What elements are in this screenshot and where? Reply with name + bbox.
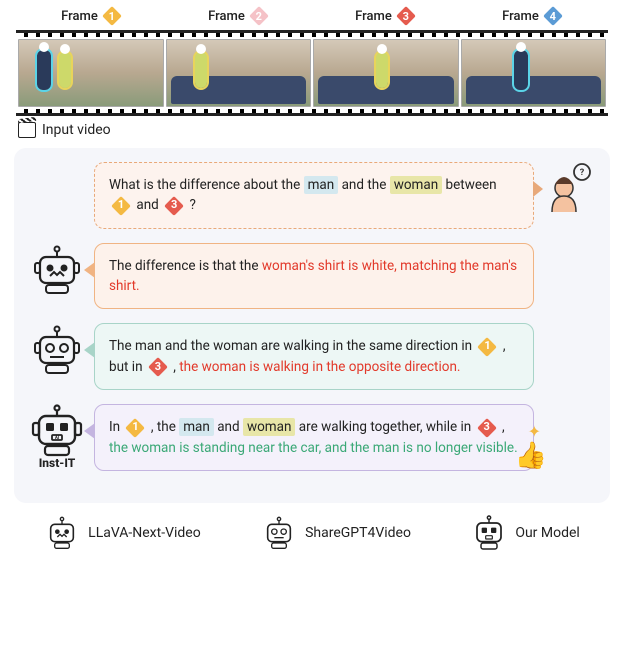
diamond-icon: 3 [164,196,184,216]
thumbs-up-icon: 👍 [515,437,547,476]
ours-answer-bubble: In 1 , the man and woman are walking tog… [94,404,534,471]
diamond-icon: 1 [125,418,145,438]
diamond-icon: 1 [102,6,122,26]
highlight-man: man [304,176,339,194]
llava-answer-bubble: The difference is that the woman's shirt… [94,243,534,310]
legend-sharegpt: ShareGPT4Video [261,515,411,551]
llava-robot-icon [30,243,84,297]
legend-llava: LLaVA-Next-Video [44,515,201,551]
video-frame-2 [166,39,312,107]
diamond-icon: 1 [477,337,497,357]
frame-labels-row: Frame1 Frame2 Frame3 Frame4 [10,6,614,30]
llava-answer-row: The difference is that the woman's shirt… [30,243,594,310]
sharegpt-robot-icon [30,323,84,377]
highlight-woman: woman [243,418,295,436]
input-video-label: Input video [10,116,614,148]
sharegpt-answer-row: The man and the woman are walking in the… [30,323,594,390]
highlight-man: man [179,418,214,436]
sharegpt-robot-icon [261,515,297,551]
clapperboard-icon [18,122,36,138]
filmstrip [16,30,608,116]
frame-3-label: Frame3 [355,6,416,26]
instit-avatar-block: AI Inst-IT [30,404,84,470]
llava-robot-icon [44,515,80,551]
instit-robot-icon: AI [30,404,84,458]
user-avatar-icon: ? [544,162,594,218]
correct-text: the woman is standing near the car, and … [109,440,518,456]
diamond-icon: 3 [148,357,168,377]
video-frame-3 [313,39,459,107]
user-question-row: ? What is the difference about the man a… [30,162,594,229]
incorrect-text: the woman is walking in the opposite dir… [179,359,460,375]
frame-1-label: Frame1 [61,6,122,26]
video-frame-1 [18,39,164,107]
highlight-woman: woman [390,176,442,194]
svg-text:?: ? [580,168,585,178]
instit-label: Inst-IT [30,456,84,470]
diamond-icon: 3 [396,6,416,26]
diamond-icon: 3 [477,418,497,438]
legend-ours: Our Model [471,515,580,551]
diamond-icon: 2 [249,6,269,26]
diamond-icon: 1 [111,196,131,216]
svg-text:AI: AI [55,435,59,441]
video-frame-4 [461,39,607,107]
instit-robot-icon [471,515,507,551]
conversation-panel: ? What is the difference about the man a… [14,148,610,503]
sharegpt-answer-bubble: The man and the woman are walking in the… [94,323,534,390]
diamond-icon: 4 [543,6,563,26]
legend-row: LLaVA-Next-Video ShareGPT4Video Our Mode… [10,503,614,553]
ours-answer-row: AI Inst-IT In 1 , the man and woman are … [30,404,594,471]
user-question-bubble: What is the difference about the man and… [94,162,534,229]
frame-2-label: Frame2 [208,6,269,26]
frame-4-label: Frame4 [502,6,563,26]
